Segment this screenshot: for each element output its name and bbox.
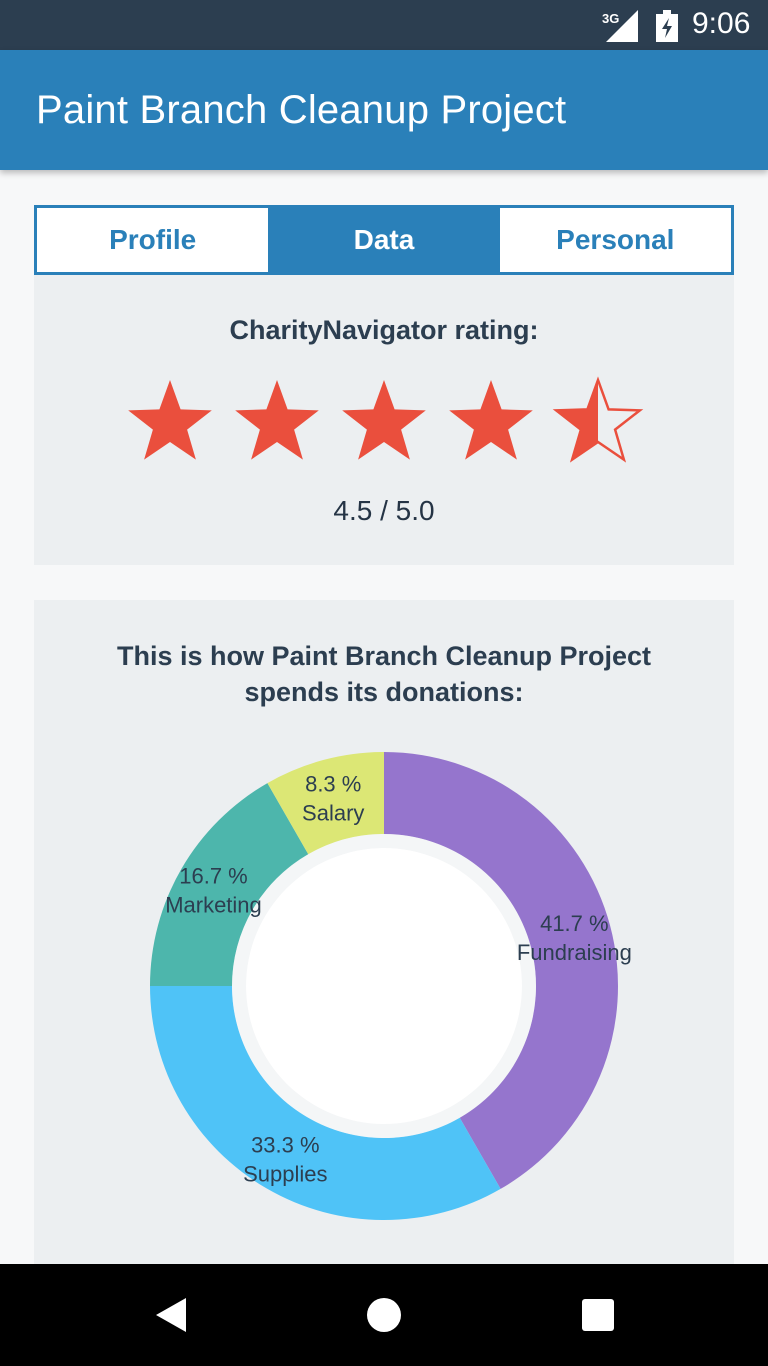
star-icon: [342, 380, 426, 460]
recents-icon[interactable]: [582, 1299, 614, 1331]
tab-profile[interactable]: Profile: [37, 208, 268, 272]
slice-value-label: 8.3 %: [305, 772, 361, 797]
battery-charging-icon: [656, 10, 678, 42]
star-rating: [128, 376, 644, 463]
signal-icon: [606, 10, 638, 42]
app-bar: Paint Branch Cleanup Project: [0, 50, 768, 170]
star-icon: [449, 380, 533, 460]
rating-card: CharityNavigator rating: 4.5 / 5.0: [34, 275, 734, 565]
tab-data[interactable]: Data: [268, 208, 500, 272]
star-icon: [235, 380, 319, 460]
clock: 9:06: [692, 7, 751, 40]
star-icon: [552, 376, 644, 463]
donut-hole: [246, 848, 522, 1124]
slice-category-label: Salary: [302, 801, 364, 826]
page-title: Paint Branch Cleanup Project: [36, 88, 567, 132]
tab-personal[interactable]: Personal: [500, 208, 731, 272]
slice-value-label: 16.7 %: [179, 863, 248, 888]
star-icon: [128, 380, 212, 460]
rating-title: CharityNavigator rating:: [229, 315, 539, 345]
home-icon[interactable]: [366, 1297, 402, 1333]
tab-bar: Profile Data Personal: [34, 205, 734, 275]
status-bar: 3G 9:06: [0, 0, 768, 50]
donations-donut-chart: 41.7 % Fundraising 33.3 % Supplies 16.7 % Mar…: [150, 752, 632, 1220]
slice-category-label: Fundraising: [517, 940, 632, 965]
back-icon[interactable]: [152, 1296, 188, 1334]
navigation-bar: [0, 1264, 768, 1366]
slice-value-label: 41.7 %: [540, 911, 609, 936]
donations-card: This is how Paint Branch Cleanup Project…: [34, 600, 734, 1264]
slice-value-label: 33.3 %: [251, 1133, 320, 1158]
rating-value: 4.5 / 5.0: [333, 495, 435, 526]
slice-category-label: Marketing: [165, 892, 262, 917]
slice-category-label: Supplies: [243, 1162, 327, 1187]
